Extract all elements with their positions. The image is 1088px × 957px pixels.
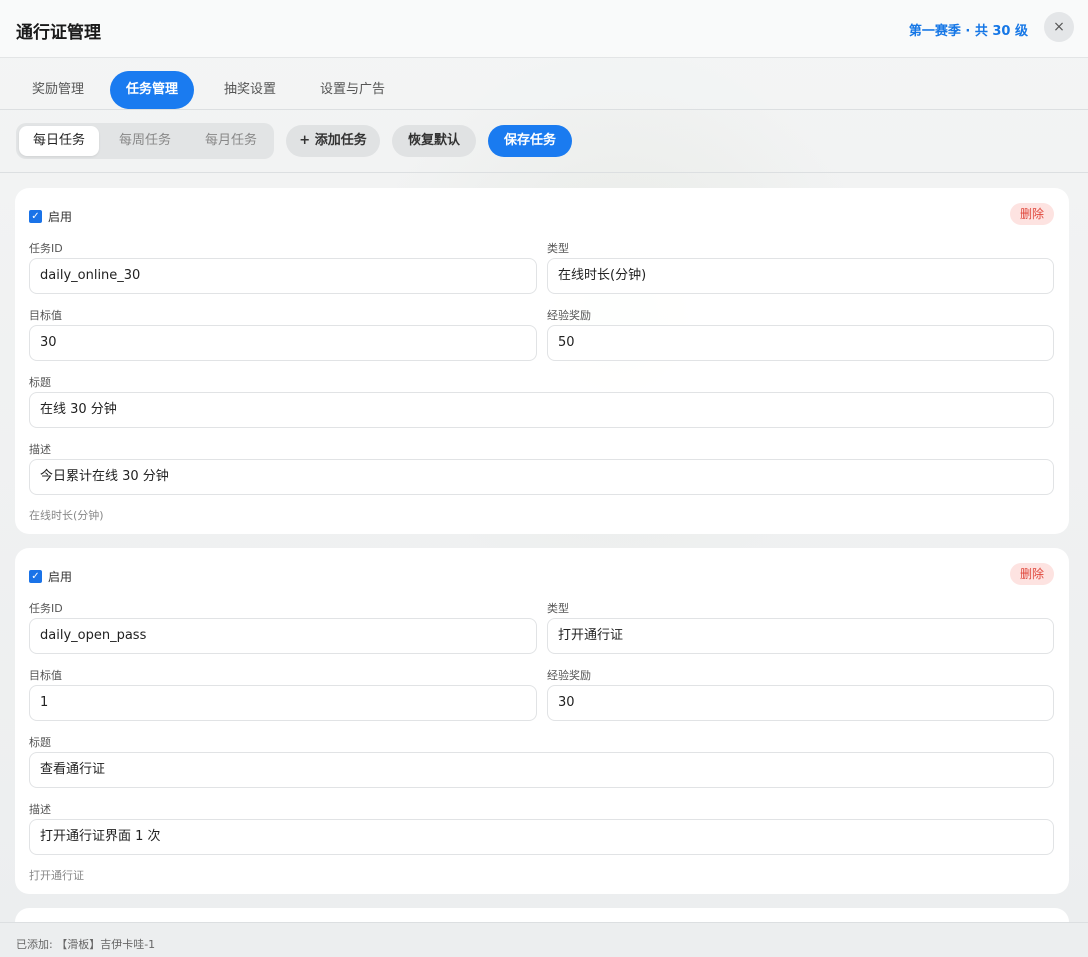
tab-tasks[interactable]: 任务管理 xyxy=(110,71,195,109)
checkbox-checked-icon[interactable]: ✓ xyxy=(29,570,42,583)
task-list[interactable]: ✓ 启用 删除 任务ID daily_online_30 类型 在线时长(分钟)… xyxy=(0,174,1088,922)
tab-settings-ads[interactable]: 设置与广告 xyxy=(304,71,401,109)
type-select[interactable]: 打开通行证 xyxy=(547,618,1054,654)
segment-monthly[interactable]: 每月任务 xyxy=(191,126,271,156)
target-label: 目标值 xyxy=(29,309,62,322)
enable-toggle[interactable]: ✓ 启用 xyxy=(29,208,72,225)
task-id-input[interactable]: daily_open_pass xyxy=(29,618,537,654)
close-button[interactable]: × xyxy=(1044,12,1074,42)
xp-input[interactable]: 50 xyxy=(547,325,1054,361)
task-card xyxy=(15,908,1069,922)
xp-label: 经验奖励 xyxy=(547,309,591,322)
target-input[interactable]: 1 xyxy=(29,685,537,721)
main-tabs: 奖励管理 任务管理 抽奖设置 设置与广告 xyxy=(0,58,1088,110)
enable-label: 启用 xyxy=(48,210,73,224)
segment-weekly[interactable]: 每周任务 xyxy=(105,126,185,156)
enable-label: 启用 xyxy=(48,570,73,584)
title-input[interactable]: 在线 30 分钟 xyxy=(29,392,1054,428)
type-label: 类型 xyxy=(547,242,569,255)
delete-task-button[interactable]: 删除 xyxy=(1010,563,1054,585)
pass-manager-window: 通行证管理 第一赛季 · 共 30 级 × 奖励管理 任务管理 抽奖设置 设置与… xyxy=(0,0,1088,957)
title-label: 标题 xyxy=(29,376,51,389)
tab-rewards[interactable]: 奖励管理 xyxy=(16,71,100,109)
title-bar: 通行证管理 第一赛季 · 共 30 级 × xyxy=(0,0,1088,58)
task-id-label: 任务ID xyxy=(29,242,63,255)
xp-label: 经验奖励 xyxy=(547,669,591,682)
close-icon: × xyxy=(1053,19,1065,35)
delete-task-button[interactable]: 删除 xyxy=(1010,203,1054,225)
enable-toggle[interactable]: ✓ 启用 xyxy=(29,568,72,585)
xp-input[interactable]: 30 xyxy=(547,685,1054,721)
tab-lottery[interactable]: 抽奖设置 xyxy=(208,71,292,109)
season-info: 第一赛季 · 共 30 级 xyxy=(908,24,1028,39)
type-hint: 打开通行证 xyxy=(29,869,84,882)
type-select[interactable]: 在线时长(分钟) xyxy=(547,258,1054,294)
task-card: ✓ 启用 删除 任务ID daily_online_30 类型 在线时长(分钟)… xyxy=(15,188,1069,534)
target-label: 目标值 xyxy=(29,669,62,682)
task-id-label: 任务ID xyxy=(29,602,63,615)
add-task-button[interactable]: + 添加任务 xyxy=(286,125,380,157)
desc-input[interactable]: 打开通行证界面 1 次 xyxy=(29,819,1054,855)
task-toolbar: 每日任务 每周任务 每月任务 + 添加任务 恢复默认 保存任务 xyxy=(0,111,1088,173)
period-segmented-control: 每日任务 每周任务 每月任务 xyxy=(16,123,274,159)
desc-input[interactable]: 今日累计在线 30 分钟 xyxy=(29,459,1054,495)
status-text: 已添加: 【滑板】吉伊卡哇-1 xyxy=(16,938,156,951)
desc-label: 描述 xyxy=(29,443,51,456)
status-bar: 已添加: 【滑板】吉伊卡哇-1 xyxy=(0,922,1088,957)
type-hint: 在线时长(分钟) xyxy=(29,509,104,522)
segment-daily[interactable]: 每日任务 xyxy=(19,126,99,156)
target-input[interactable]: 30 xyxy=(29,325,537,361)
title-input[interactable]: 查看通行证 xyxy=(29,752,1054,788)
task-id-input[interactable]: daily_online_30 xyxy=(29,258,537,294)
type-label: 类型 xyxy=(547,602,569,615)
desc-label: 描述 xyxy=(29,803,51,816)
save-tasks-button[interactable]: 保存任务 xyxy=(488,125,572,157)
title-label: 标题 xyxy=(29,736,51,749)
task-card: ✓ 启用 删除 任务ID daily_open_pass 类型 打开通行证 目标… xyxy=(15,548,1069,894)
reset-default-button[interactable]: 恢复默认 xyxy=(392,125,476,157)
checkbox-checked-icon[interactable]: ✓ xyxy=(29,210,42,223)
window-title: 通行证管理 xyxy=(16,23,101,43)
